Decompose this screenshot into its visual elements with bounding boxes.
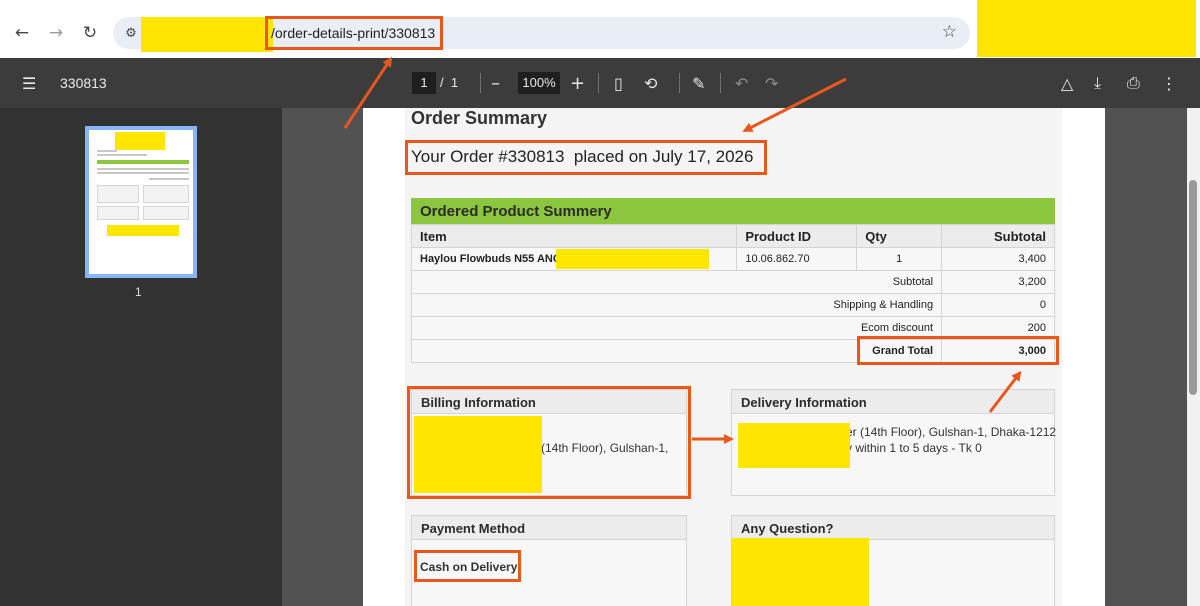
annotation-arrows bbox=[343, 56, 1022, 444]
arrow-to-url bbox=[343, 56, 393, 129]
arrow-to-grand-total bbox=[988, 370, 1022, 413]
arrow-to-order-line bbox=[742, 77, 847, 132]
